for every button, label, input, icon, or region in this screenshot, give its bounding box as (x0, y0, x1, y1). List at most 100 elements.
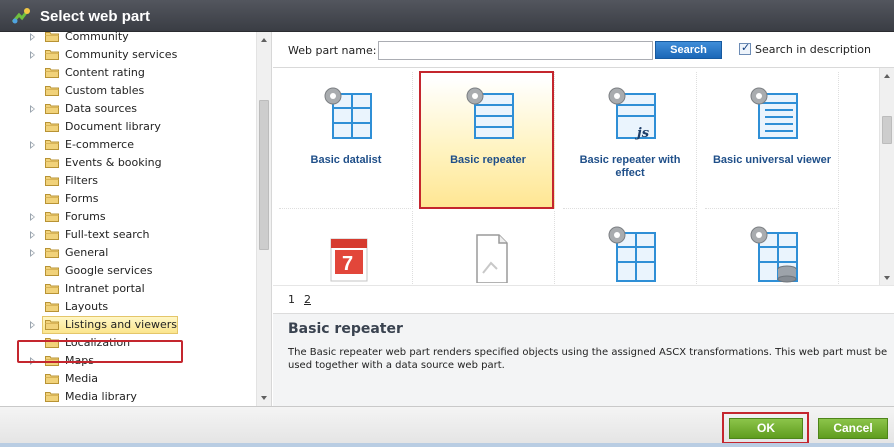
tree-item[interactable]: Full-text search (0, 226, 256, 244)
tile-label: Basic repeater with effect (579, 154, 681, 179)
folder-icon (45, 284, 59, 294)
search-button[interactable]: Search (655, 41, 722, 59)
tile-grid-database[interactable] (705, 211, 839, 285)
page-1-link[interactable]: 1 (288, 293, 295, 306)
tree-item[interactable]: Forums (0, 208, 256, 226)
tree-item[interactable]: Listings and viewers (0, 316, 256, 334)
tree-item[interactable]: Community (0, 32, 256, 46)
tree-item[interactable]: Filters (0, 172, 256, 190)
description-panel: Basic repeater The Basic repeater web pa… (273, 313, 894, 406)
datalist-icon (324, 87, 372, 139)
web-part-pane: Web part name: Search Search in descript… (273, 32, 894, 406)
tile-document[interactable] (421, 211, 555, 285)
tree-item-label: Content rating (65, 66, 145, 79)
folder-icon (45, 248, 59, 258)
tile-basic-universal-viewer[interactable]: Basic universal viewer (705, 72, 839, 209)
pager: 1 2 (273, 285, 894, 313)
tile-label: Basic universal viewer (712, 154, 831, 166)
selected-tile-highlight (419, 71, 554, 209)
folder-icon (45, 392, 59, 402)
tree-item[interactable]: General (0, 244, 256, 262)
tree-item-label: Intranet portal (65, 282, 145, 295)
grid-scrollbar[interactable] (879, 68, 894, 285)
tree-item[interactable]: Data sources (0, 100, 256, 118)
tree-item[interactable]: Forms (0, 190, 256, 208)
tree-item-label: Media library (65, 390, 137, 403)
folder-icon (45, 320, 59, 330)
web-part-name-label: Web part name: (288, 44, 377, 57)
web-part-name-input[interactable] (378, 41, 653, 60)
tree-item[interactable]: Media (0, 370, 256, 388)
tree-item[interactable]: Google services (0, 262, 256, 280)
tree-item-label: E-commerce (65, 138, 134, 151)
tree-item[interactable]: Community services (0, 46, 256, 64)
folder-icon (45, 68, 59, 78)
svg-text:7: 7 (342, 253, 353, 275)
folder-icon (45, 266, 59, 276)
scroll-thumb[interactable] (259, 100, 269, 250)
tree-item[interactable]: Events & booking (0, 154, 256, 172)
search-in-description-label: Search in description (755, 43, 871, 56)
expand-arrow-icon[interactable] (30, 249, 35, 257)
universal-viewer-icon (750, 87, 798, 139)
scroll-down-icon[interactable] (884, 276, 890, 280)
calendar-icon: 7 (330, 238, 368, 282)
tile-basic-repeater-with-effect[interactable]: js Basic repeater with effect (563, 72, 697, 209)
folder-icon (45, 374, 59, 384)
tree-item-label: Community (65, 32, 129, 43)
select-web-part-dialog: Select web part Community Community servi… (0, 0, 894, 447)
scroll-up-icon[interactable] (261, 38, 267, 42)
tree-item[interactable]: Media library (0, 388, 256, 406)
dialog-footer: OK Cancel (0, 406, 894, 447)
tree-item-label: Filters (65, 174, 98, 187)
search-row: Web part name: Search Search in descript… (273, 32, 894, 67)
tree-item[interactable]: E-commerce (0, 136, 256, 154)
folder-icon (45, 230, 59, 240)
folder-icon (45, 194, 59, 204)
tile-calendar[interactable]: 7 (279, 211, 413, 285)
folder-icon (45, 140, 59, 150)
expand-arrow-icon[interactable] (30, 33, 35, 41)
expand-arrow-icon[interactable] (30, 51, 35, 59)
tree-item[interactable]: Custom tables (0, 82, 256, 100)
tree-item[interactable]: Intranet portal (0, 280, 256, 298)
cancel-button[interactable]: Cancel (818, 418, 888, 439)
scroll-thumb[interactable] (882, 116, 892, 144)
expand-arrow-icon[interactable] (30, 321, 35, 329)
grid-icon (608, 226, 656, 282)
ok-button[interactable]: OK (729, 418, 803, 439)
page-2-link[interactable]: 2 (304, 293, 311, 306)
tree-scrollbar[interactable] (256, 32, 271, 406)
tree-item-label: Events & booking (65, 156, 162, 169)
tree-item-label: General (65, 246, 109, 259)
folder-icon (45, 158, 59, 168)
grid-database-icon (750, 226, 798, 283)
expand-arrow-icon[interactable] (30, 231, 35, 239)
expand-arrow-icon[interactable] (30, 105, 35, 113)
tree-item-label: Data sources (65, 102, 138, 115)
scroll-down-icon[interactable] (261, 396, 267, 400)
tree-item[interactable]: Document library (0, 118, 256, 136)
expand-arrow-icon[interactable] (30, 141, 35, 149)
tree-item[interactable]: Layouts (0, 298, 256, 316)
expand-arrow-icon[interactable] (30, 213, 35, 221)
document-icon (476, 234, 508, 283)
folder-icon (45, 212, 59, 222)
folder-icon (45, 302, 59, 312)
scroll-up-icon[interactable] (884, 74, 890, 78)
folder-icon (45, 32, 59, 42)
tree-item-label: Custom tables (65, 84, 145, 97)
description-title: Basic repeater (288, 321, 403, 337)
tile-label: Basic datalist (310, 154, 382, 166)
search-in-description-checkbox[interactable] (739, 41, 751, 55)
tree-item[interactable]: Content rating (0, 64, 256, 82)
category-tree: Community Community services Content ratin… (0, 32, 272, 406)
selected-category-highlight (17, 340, 183, 363)
tile-grid[interactable] (563, 211, 697, 285)
folder-icon (45, 122, 59, 132)
folder-icon (45, 176, 59, 186)
tile-basic-datalist[interactable]: Basic datalist (279, 72, 413, 209)
footer-divider (0, 443, 894, 447)
tree-item-label: Full-text search (65, 228, 150, 241)
web-part-icon (11, 8, 30, 24)
